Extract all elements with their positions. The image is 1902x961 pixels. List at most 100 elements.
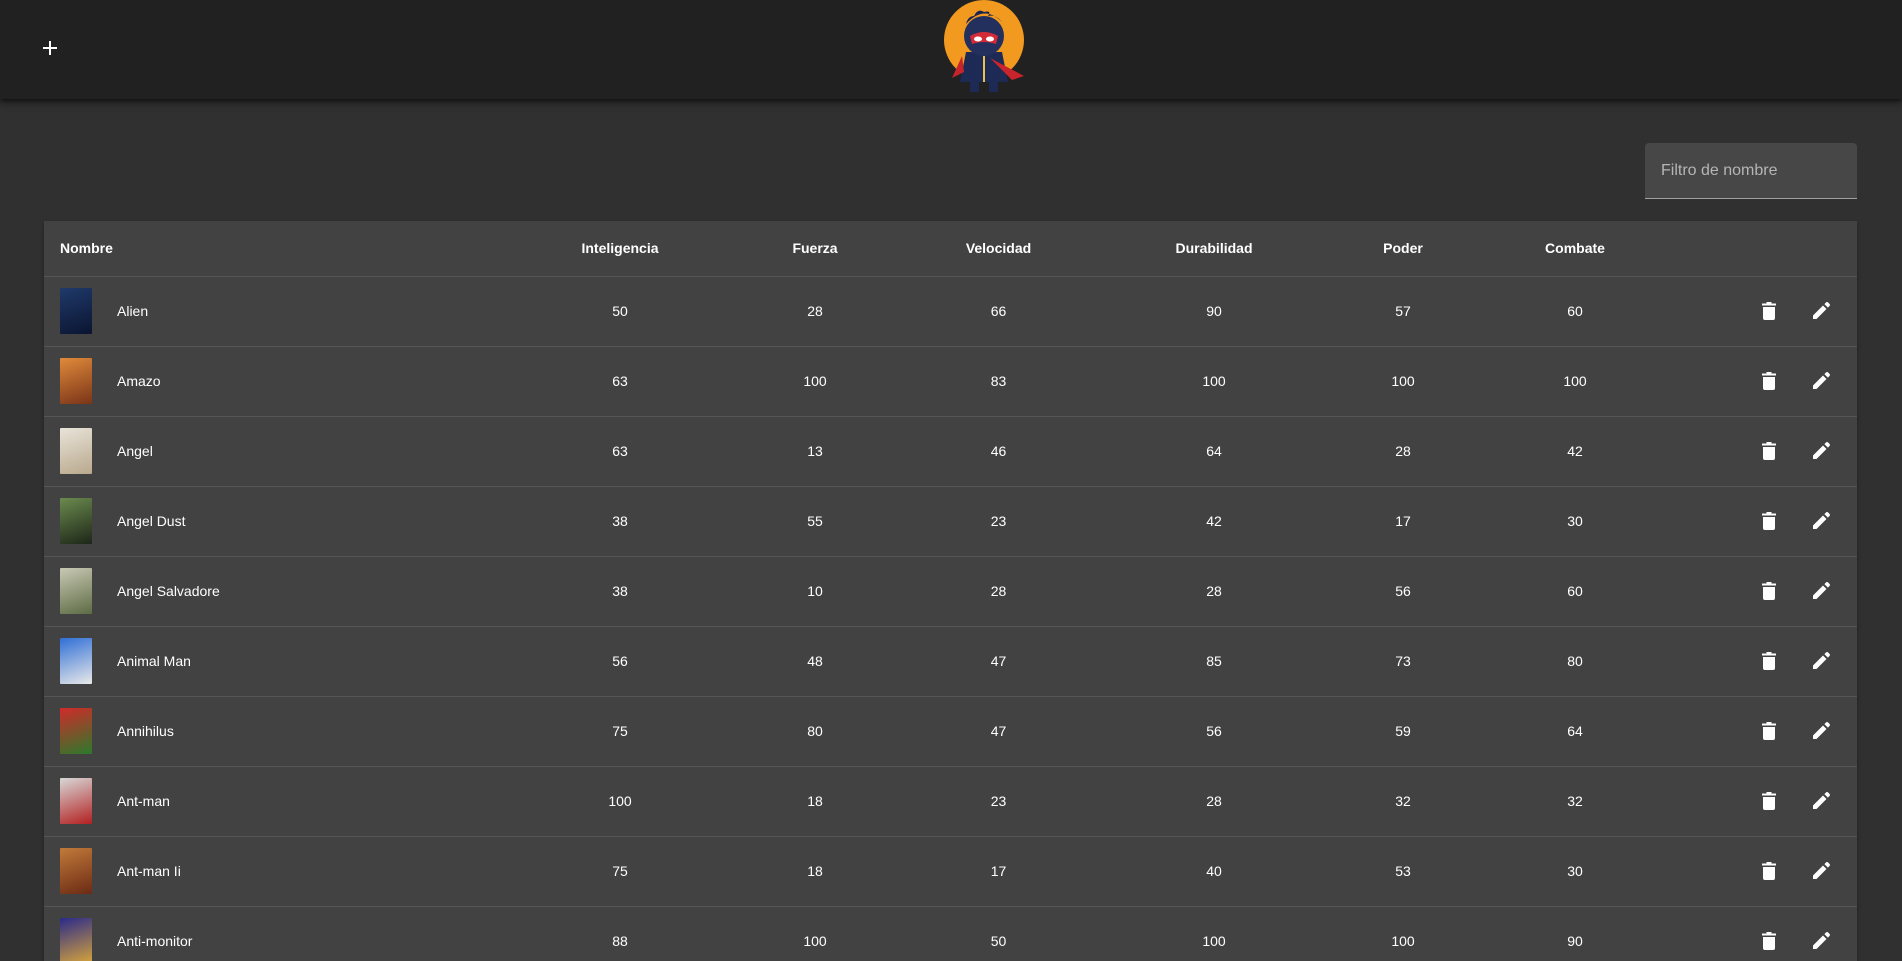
header-power[interactable]: Poder [1336, 221, 1470, 277]
table-row: Annihilus 75 80 47 56 59 64 [44, 696, 1857, 767]
delete-button[interactable] [1749, 501, 1789, 541]
trash-icon [1762, 722, 1777, 740]
table-row: Ant-man Ii 75 18 17 40 53 30 [44, 836, 1857, 907]
edit-button[interactable] [1801, 851, 1841, 891]
delete-button[interactable] [1749, 431, 1789, 471]
row-actions [1680, 906, 1857, 961]
add-hero-button[interactable] [32, 30, 68, 66]
delete-button[interactable] [1749, 781, 1789, 821]
combat-value: 100 [1470, 346, 1680, 417]
name-filter-field[interactable] [1645, 143, 1857, 199]
edit-button[interactable] [1801, 361, 1841, 401]
hero-name: Amazo [117, 373, 161, 389]
delete-button[interactable] [1749, 571, 1789, 611]
edit-button[interactable] [1801, 291, 1841, 331]
delete-button[interactable] [1749, 921, 1789, 961]
edit-button[interactable] [1801, 571, 1841, 611]
power-value: 59 [1336, 696, 1470, 767]
delete-button[interactable] [1749, 711, 1789, 751]
combat-value: 60 [1470, 556, 1680, 627]
edit-button[interactable] [1801, 781, 1841, 821]
delete-button[interactable] [1749, 291, 1789, 331]
trash-icon [1762, 932, 1777, 950]
delete-button[interactable] [1749, 641, 1789, 681]
durability-value: 42 [1092, 486, 1336, 557]
delete-button[interactable] [1749, 361, 1789, 401]
delete-button[interactable] [1749, 851, 1789, 891]
hero-name-cell: Annihilus [44, 696, 515, 767]
hero-thumbnail [60, 848, 92, 894]
intelligence-value: 75 [515, 696, 725, 767]
hero-thumbnail [60, 918, 92, 961]
intelligence-value: 38 [515, 556, 725, 627]
hero-name: Animal Man [117, 653, 191, 669]
row-actions [1680, 346, 1857, 417]
hero-thumbnail [60, 358, 92, 404]
speed-value: 83 [905, 346, 1092, 417]
hero-name: Angel [117, 443, 153, 459]
strength-value: 48 [725, 626, 905, 697]
power-value: 17 [1336, 486, 1470, 557]
combat-value: 32 [1470, 766, 1680, 837]
header-strength[interactable]: Fuerza [725, 221, 905, 277]
header-intelligence[interactable]: Inteligencia [515, 221, 725, 277]
trash-icon [1762, 862, 1777, 880]
header-combat[interactable]: Combate [1470, 221, 1680, 277]
name-filter-input[interactable] [1645, 143, 1857, 198]
edit-button[interactable] [1801, 431, 1841, 471]
table-body: Alien 50 28 66 90 57 60 Amazo 63 100 83 … [44, 276, 1857, 961]
row-actions [1680, 626, 1857, 697]
intelligence-value: 100 [515, 766, 725, 837]
edit-button[interactable] [1801, 711, 1841, 751]
header-name[interactable]: Nombre [44, 221, 515, 277]
trash-icon [1762, 442, 1777, 460]
combat-value: 60 [1470, 276, 1680, 347]
table-row: Angel 63 13 46 64 28 42 [44, 416, 1857, 487]
header-actions [1680, 221, 1857, 277]
pencil-icon [1813, 581, 1831, 599]
heroes-table: Nombre Inteligencia Fuerza Velocidad Dur… [44, 221, 1857, 961]
top-toolbar [0, 0, 1902, 99]
pencil-icon [1813, 791, 1831, 809]
combat-value: 90 [1470, 906, 1680, 961]
pencil-icon [1813, 861, 1831, 879]
pencil-icon [1813, 301, 1831, 319]
pencil-icon [1813, 721, 1831, 739]
durability-value: 85 [1092, 626, 1336, 697]
table-row: Animal Man 56 48 47 85 73 80 [44, 626, 1857, 697]
edit-button[interactable] [1801, 921, 1841, 961]
power-value: 100 [1336, 346, 1470, 417]
combat-value: 64 [1470, 696, 1680, 767]
power-value: 100 [1336, 906, 1470, 961]
row-actions [1680, 836, 1857, 907]
pencil-icon [1813, 371, 1831, 389]
row-actions [1680, 696, 1857, 767]
pencil-icon [1813, 651, 1831, 669]
row-actions [1680, 486, 1857, 557]
hero-thumbnail [60, 288, 92, 334]
hero-name: Angel Salvadore [117, 583, 220, 599]
hero-name-cell: Alien [44, 276, 515, 347]
header-speed[interactable]: Velocidad [905, 221, 1092, 277]
row-actions [1680, 556, 1857, 627]
strength-value: 10 [725, 556, 905, 627]
header-durability[interactable]: Durabilidad [1092, 221, 1336, 277]
row-actions [1680, 276, 1857, 347]
intelligence-value: 56 [515, 626, 725, 697]
hero-name-cell: Angel Dust [44, 486, 515, 557]
trash-icon [1762, 372, 1777, 390]
hero-name-cell: Angel Salvadore [44, 556, 515, 627]
durability-value: 100 [1092, 906, 1336, 961]
edit-button[interactable] [1801, 501, 1841, 541]
edit-button[interactable] [1801, 641, 1841, 681]
hero-thumbnail [60, 708, 92, 754]
speed-value: 66 [905, 276, 1092, 347]
intelligence-value: 88 [515, 906, 725, 961]
strength-value: 13 [725, 416, 905, 487]
power-value: 73 [1336, 626, 1470, 697]
combat-value: 30 [1470, 486, 1680, 557]
hero-name-cell: Amazo [44, 346, 515, 417]
speed-value: 23 [905, 766, 1092, 837]
hero-name: Ant-man [117, 793, 170, 809]
hero-name-cell: Ant-man Ii [44, 836, 515, 907]
